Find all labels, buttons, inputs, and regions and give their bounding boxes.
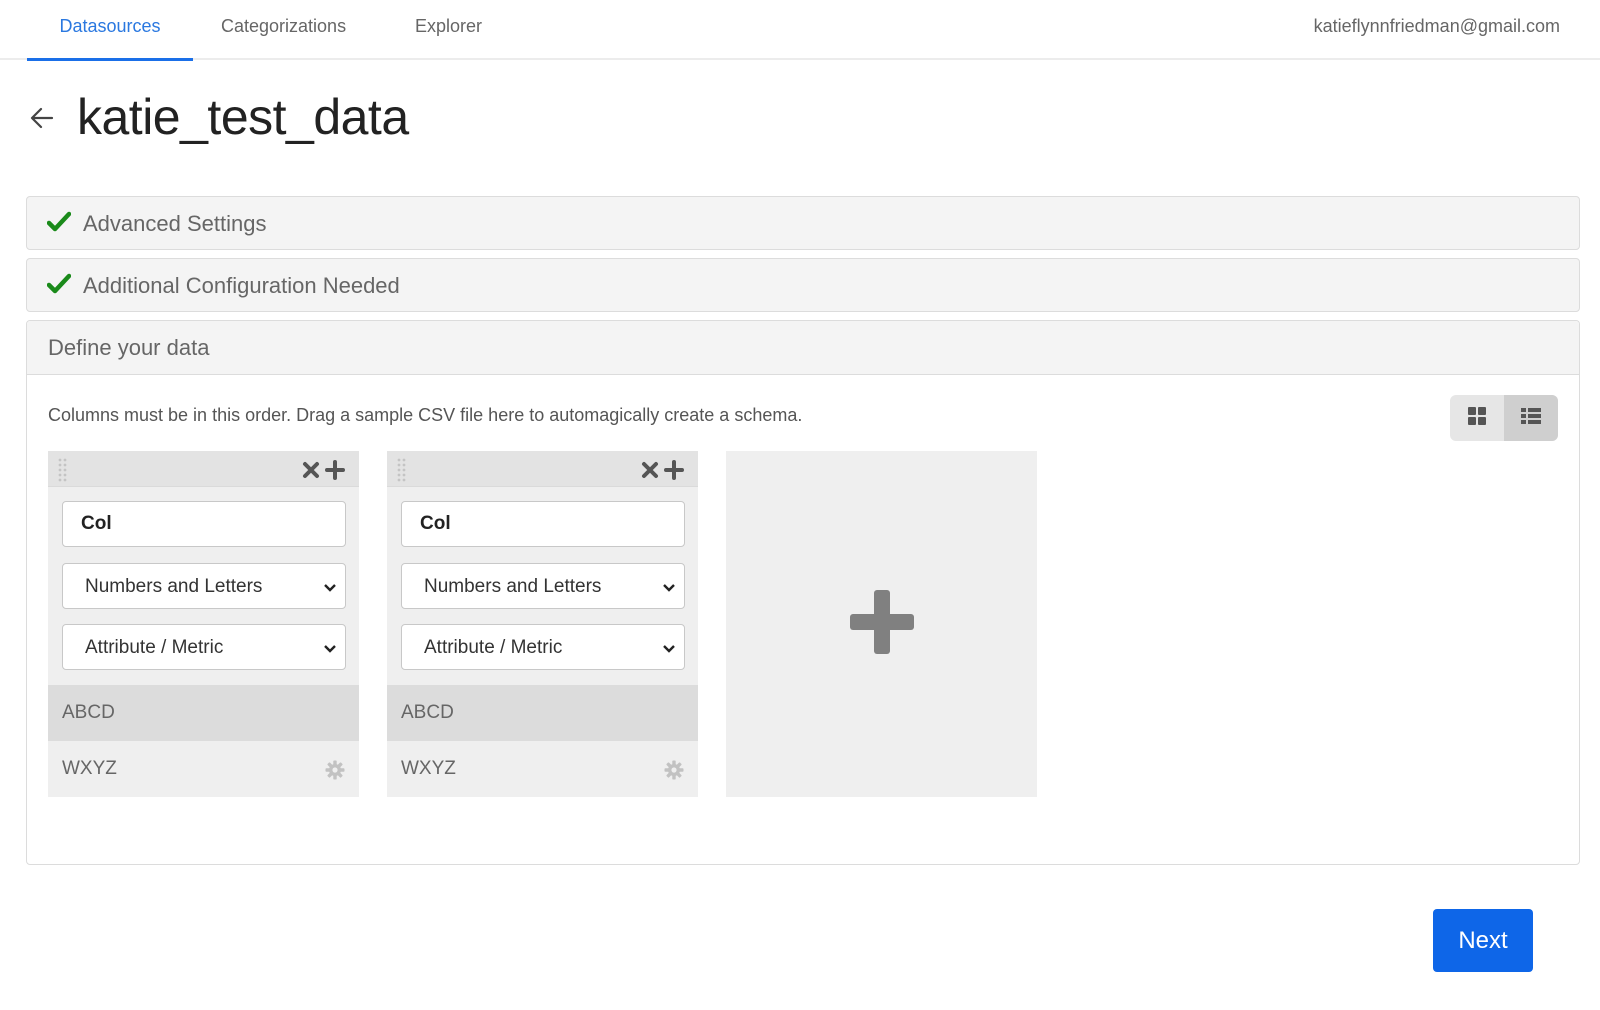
- grid-view-button[interactable]: [1450, 395, 1504, 441]
- gear-icon[interactable]: [325, 760, 345, 780]
- tab-explorer[interactable]: Explorer: [387, 0, 510, 60]
- add-column-button[interactable]: [726, 451, 1037, 797]
- tab-datasources[interactable]: Datasources: [27, 0, 193, 61]
- top-nav: Datasources Categorizations Explorer kat…: [0, 0, 1600, 61]
- column-name-input[interactable]: [401, 501, 685, 547]
- page-title: katie_test_data: [77, 89, 409, 145]
- sample-row: ABCD: [48, 685, 359, 741]
- column-card-toolbar: [48, 451, 359, 487]
- column-card: Numbers and Letters Attribute / Metric A…: [387, 451, 698, 797]
- column-role-value: Attribute / Metric: [424, 637, 563, 658]
- insert-column-icon[interactable]: [664, 460, 684, 480]
- remove-column-icon[interactable]: [301, 460, 321, 480]
- column-name-input[interactable]: [62, 501, 346, 547]
- next-button[interactable]: Next: [1433, 909, 1533, 972]
- column-role-value: Attribute / Metric: [85, 637, 224, 658]
- sample-row: ABCD: [387, 685, 698, 741]
- plus-icon: [849, 589, 915, 660]
- check-icon: [46, 273, 72, 295]
- sample-row: WXYZ: [387, 741, 698, 797]
- panel-label: Advanced Settings: [83, 211, 267, 236]
- insert-column-icon[interactable]: [325, 460, 345, 480]
- panel-label: Additional Configuration Needed: [83, 273, 400, 298]
- define-data-panel: Define your data Columns must be in this…: [26, 320, 1580, 865]
- chevron-down-icon: [323, 579, 337, 593]
- tab-categorizations[interactable]: Categorizations: [193, 0, 374, 60]
- sample-row: WXYZ: [48, 741, 359, 797]
- schema-description: Columns must be in this order. Drag a sa…: [48, 405, 803, 425]
- column-role-select[interactable]: Attribute / Metric: [401, 624, 685, 670]
- gear-icon[interactable]: [664, 760, 684, 780]
- data-type-select[interactable]: Numbers and Letters: [62, 563, 346, 609]
- user-email[interactable]: katieflynnfriedman@gmail.com: [1314, 0, 1560, 52]
- sample-value: WXYZ: [62, 758, 117, 779]
- chevron-down-icon: [662, 579, 676, 593]
- advanced-settings-panel[interactable]: Advanced Settings: [26, 196, 1580, 250]
- sample-value: ABCD: [401, 702, 454, 723]
- check-icon: [46, 211, 72, 233]
- list-view-button[interactable]: [1504, 395, 1558, 441]
- data-type-value: Numbers and Letters: [424, 576, 602, 597]
- sample-value: ABCD: [62, 702, 115, 723]
- panel-label: Define your data: [48, 335, 210, 360]
- remove-column-icon[interactable]: [640, 460, 660, 480]
- column-card-toolbar: [387, 451, 698, 487]
- sample-value: WXYZ: [401, 758, 456, 779]
- list-view-icon: [1520, 406, 1542, 431]
- view-toggle: [1450, 395, 1558, 441]
- back-arrow-icon[interactable]: [28, 104, 56, 132]
- additional-configuration-panel[interactable]: Additional Configuration Needed: [26, 258, 1580, 312]
- column-role-select[interactable]: Attribute / Metric: [62, 624, 346, 670]
- define-data-header[interactable]: Define your data: [27, 321, 1579, 375]
- grid-view-icon: [1467, 406, 1487, 431]
- drag-handle-icon[interactable]: [58, 457, 68, 483]
- data-type-select[interactable]: Numbers and Letters: [401, 563, 685, 609]
- drag-handle-icon[interactable]: [397, 457, 407, 483]
- data-type-value: Numbers and Letters: [85, 576, 263, 597]
- chevron-down-icon: [662, 640, 676, 654]
- chevron-down-icon: [323, 640, 337, 654]
- column-card: Numbers and Letters Attribute / Metric A…: [48, 451, 359, 797]
